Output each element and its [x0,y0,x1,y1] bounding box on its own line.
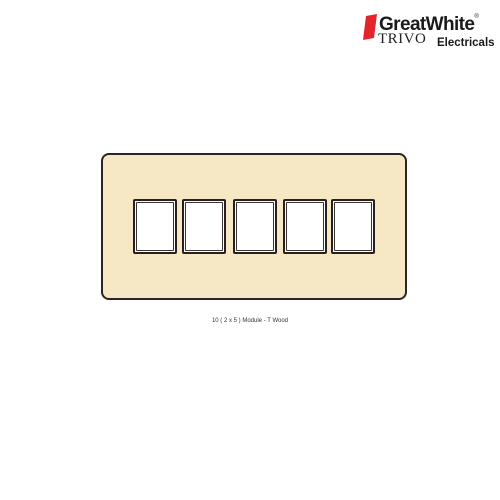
module-frame [233,199,277,254]
module-frame [283,199,327,254]
module-frame [182,199,226,254]
registered-mark: ® [474,14,479,20]
switch-plate [101,153,407,300]
brand-flag-icon [363,14,377,40]
brand-subtitle: Electricals [437,37,495,49]
module-frame [331,199,375,254]
module-frame [133,199,177,254]
series-name: TRIVO [378,31,427,47]
product-caption: 10 ( 2 x 5 ) Module - T Wood [211,318,289,324]
